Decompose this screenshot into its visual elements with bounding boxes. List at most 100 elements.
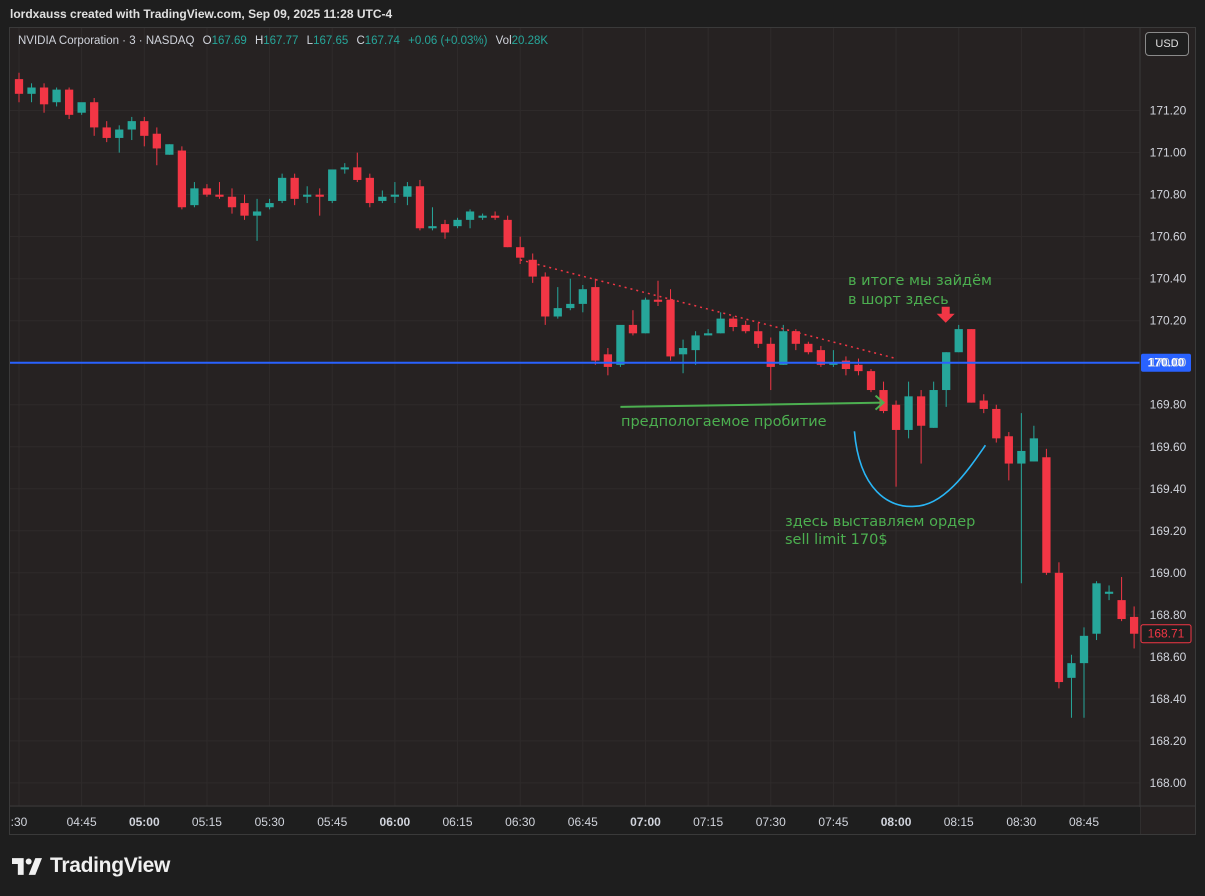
candle	[1092, 581, 1101, 641]
candle-body	[478, 215, 487, 218]
time-tick-label: 05:15	[192, 815, 222, 829]
candle	[1117, 577, 1126, 622]
candle-body	[1067, 663, 1076, 678]
candle-body	[904, 396, 913, 430]
candle	[440, 219, 450, 239]
candle	[678, 339, 688, 374]
candle-body	[14, 79, 24, 94]
candle	[741, 320, 750, 334]
candle-body	[328, 169, 337, 201]
candle	[967, 329, 976, 403]
volume-label: Vol	[495, 35, 512, 47]
candle-body	[127, 121, 136, 130]
candle	[240, 194, 249, 220]
open-value: 167.69	[211, 35, 247, 47]
price-tick-label: 169.20	[1150, 524, 1187, 538]
candle	[729, 316, 738, 332]
candle-body	[415, 186, 425, 229]
candle	[27, 83, 36, 103]
candle-body	[603, 354, 613, 367]
candle	[64, 87, 74, 120]
candle	[353, 152, 362, 183]
candlestick-chart[interactable]: 170.00168.71 168.00168.20168.40168.60168…	[0, 0, 1205, 896]
candle-body	[1004, 436, 1013, 464]
annotation-order-line1: здесь выставляем ордер	[785, 514, 975, 530]
candle	[102, 121, 111, 143]
candle	[779, 324, 788, 365]
candle	[866, 369, 876, 393]
candle-body	[1117, 600, 1126, 620]
price-tick-label: 170.20	[1150, 314, 1187, 328]
candle-body	[929, 390, 938, 428]
candle-body	[578, 289, 587, 304]
candle-body	[403, 186, 412, 197]
candle-body	[954, 329, 963, 353]
candle-body	[440, 224, 450, 233]
candle-body	[190, 188, 199, 206]
currency-button[interactable]: USD	[1145, 32, 1189, 56]
candle	[115, 125, 124, 153]
candle-body	[378, 196, 387, 201]
candle-body	[140, 121, 149, 136]
candle	[553, 287, 562, 319]
candle-body	[365, 177, 374, 204]
candle-body	[516, 247, 525, 258]
candle	[277, 173, 287, 204]
price-tick-label: 168.40	[1150, 692, 1187, 706]
annotation-entry-line1: в итоге мы зайдём	[848, 273, 992, 289]
candle-body	[979, 400, 988, 409]
candle	[591, 278, 600, 365]
candle	[403, 182, 412, 206]
candle	[265, 198, 274, 210]
candle-body	[1104, 591, 1114, 594]
candle-body	[628, 324, 638, 334]
candle	[378, 190, 387, 204]
candle-body	[741, 324, 750, 332]
candle-body	[64, 89, 74, 115]
time-tick-label: 06:30	[505, 815, 535, 829]
candle	[666, 289, 675, 361]
price-tick-label: 168.60	[1150, 650, 1187, 664]
candle-body	[942, 352, 951, 391]
candle	[954, 324, 963, 353]
candle-body	[891, 404, 901, 430]
time-tick-label: 05:00	[129, 815, 160, 829]
time-tick-label: 08:15	[944, 815, 974, 829]
time-tick-label: 06:00	[380, 815, 411, 829]
time-tick-label: 07:30	[756, 815, 786, 829]
time-tick-label: 06:45	[568, 815, 598, 829]
candle-body	[340, 167, 349, 170]
candle	[541, 272, 550, 325]
candle-body	[240, 203, 249, 216]
candle	[252, 198, 262, 241]
candle	[465, 209, 475, 229]
high-value: 167.77	[263, 35, 299, 47]
tradingview-logo[interactable]: TradingView	[12, 852, 170, 880]
candle-body	[866, 371, 876, 391]
candle-body	[1054, 572, 1064, 683]
time-tick-label: 07:45	[818, 815, 848, 829]
price-tick-label: 170.00	[1150, 356, 1187, 370]
candle	[190, 182, 199, 208]
change-value: +0.06 (+0.03%)	[408, 35, 488, 47]
candle	[14, 72, 24, 103]
price-tick-label: 168.80	[1150, 608, 1187, 622]
candle-body	[52, 89, 61, 103]
candle	[879, 381, 888, 414]
price-tick-label: 168.20	[1150, 734, 1187, 748]
candle-body	[215, 194, 224, 197]
time-tick-label: 05:45	[317, 815, 347, 829]
price-tick-label: 170.60	[1150, 230, 1187, 244]
candle	[1017, 413, 1026, 584]
candle-body	[678, 348, 688, 355]
axis-layer: 168.00 168.20 168.40 168.60 168.80 169.00 169.…	[10, 28, 1195, 834]
candle-body	[992, 408, 1001, 439]
annotation-breakout: предпологаемое пробитие	[621, 414, 827, 430]
candle	[315, 188, 324, 216]
candle	[1029, 425, 1039, 462]
candle	[1004, 432, 1013, 481]
candle-body	[591, 287, 600, 361]
close-value: 167.74	[364, 35, 400, 47]
candle-body	[39, 87, 49, 105]
candle	[816, 345, 826, 367]
